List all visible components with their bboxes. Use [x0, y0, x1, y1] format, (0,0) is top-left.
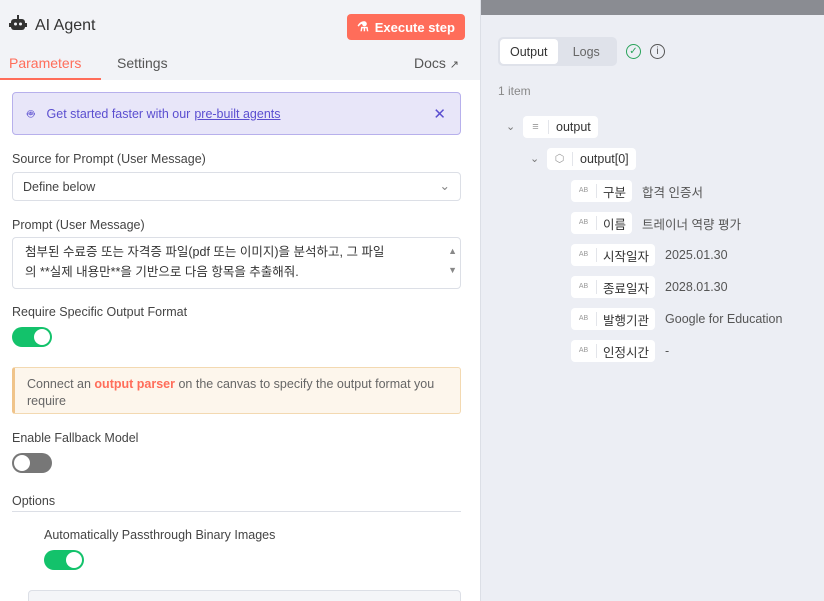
- field-key: AB 이름: [571, 212, 633, 234]
- field-key: AB 시작일자: [571, 244, 656, 266]
- field-key-text: 구분: [603, 185, 627, 200]
- tab-output[interactable]: Output: [500, 39, 558, 64]
- list-icon: ≡: [523, 120, 549, 134]
- output-logs-switch: Output Logs: [498, 37, 617, 66]
- text-type-icon: AB: [571, 312, 597, 326]
- tree-node-output: ≡ output: [523, 116, 598, 138]
- banner-text: Get started faster with our: [46, 106, 191, 121]
- panel-header: AI Agent ⚗ Execute step Parameters Settin…: [0, 0, 480, 80]
- prebuilt-agents-banner: 🤖︎ Get started faster with our pre-built…: [12, 92, 461, 135]
- execute-step-button[interactable]: ⚗ Execute step: [347, 14, 465, 40]
- robot-icon: [9, 15, 27, 36]
- execute-step-label: Execute step: [374, 19, 455, 35]
- prebuilt-agents-link[interactable]: pre-built agents: [194, 107, 280, 121]
- field-value: 트레이너 역량 평가: [642, 217, 741, 232]
- external-link-icon: ↗: [449, 59, 460, 71]
- node-title-text: AI Agent: [35, 16, 96, 34]
- require-output-label: Require Specific Output Format: [12, 305, 188, 319]
- text-type-icon: AB: [571, 280, 597, 294]
- robot-icon: 🤖︎: [27, 106, 35, 121]
- require-output-toggle[interactable]: [12, 327, 52, 347]
- field-key: AB 종료일자: [571, 276, 656, 298]
- output-field-row: AB 발행기관 Google for Education: [571, 308, 782, 330]
- passthrough-label: Automatically Passthrough Binary Images: [44, 528, 276, 542]
- fallback-toggle[interactable]: [12, 453, 52, 473]
- prompt-line: 첨부된 수료증 또는 자격증 파일(pdf 또는 이미지)을 분석하고, 그 파…: [25, 245, 385, 259]
- add-option-button[interactable]: [28, 590, 461, 601]
- field-key: AB 구분: [571, 180, 633, 202]
- field-value: -: [665, 344, 670, 358]
- passthrough-toggle[interactable]: [44, 550, 84, 570]
- field-key-text: 인정시간: [603, 345, 650, 360]
- field-key-text: 종료일자: [603, 281, 650, 296]
- prompt-label: Prompt (User Message): [12, 218, 145, 232]
- docs-link[interactable]: Docs ↗: [414, 55, 459, 71]
- field-key-text: 이름: [603, 217, 627, 232]
- scroll-down-icon[interactable]: ▼: [448, 260, 457, 280]
- text-type-icon: AB: [571, 184, 597, 198]
- options-label: Options: [12, 494, 56, 508]
- text-type-icon: AB: [571, 344, 597, 358]
- field-value: 2025.01.30: [665, 248, 728, 262]
- divider: [12, 511, 461, 512]
- chevron-down-icon[interactable]: ⌄: [530, 152, 539, 165]
- node-title: AI Agent: [9, 15, 96, 36]
- chevron-down-icon[interactable]: ⌄: [506, 120, 515, 133]
- flask-icon: ⚗: [357, 19, 369, 34]
- fallback-label: Enable Fallback Model: [12, 431, 139, 445]
- field-value: Google for Education: [665, 312, 783, 326]
- field-value: 2028.01.30: [665, 280, 728, 294]
- success-check-icon: ✓: [626, 44, 641, 59]
- tab-parameters[interactable]: Parameters: [0, 55, 101, 80]
- scroll-up-icon[interactable]: ▲: [448, 241, 457, 261]
- field-value: 합격 인증서: [642, 185, 703, 200]
- output-field-row: AB 시작일자 2025.01.30: [571, 244, 728, 266]
- item-count: 1 item: [498, 84, 531, 98]
- text-type-icon: AB: [571, 216, 597, 230]
- node-parameters-panel: AI Agent ⚗ Execute step Parameters Settin…: [0, 0, 481, 601]
- field-key: AB 인정시간: [571, 340, 656, 362]
- cube-icon: ⬡: [547, 152, 573, 166]
- tab-settings[interactable]: Settings: [117, 55, 168, 71]
- tree-node-output-0: ⬡ output[0]: [547, 148, 636, 170]
- canvas-top-bar: [481, 0, 824, 15]
- node-label: output[0]: [580, 152, 629, 166]
- source-select[interactable]: Define below ⌄: [12, 172, 461, 201]
- source-label: Source for Prompt (User Message): [12, 152, 206, 166]
- tab-logs[interactable]: Logs: [558, 39, 616, 64]
- notice-text: Connect an: [27, 377, 91, 391]
- output-field-row: AB 이름 트레이너 역량 평가: [571, 212, 741, 234]
- output-parser-link[interactable]: output parser: [94, 377, 175, 391]
- chevron-down-icon: ⌄: [439, 179, 450, 193]
- prompt-line: 의 **실제 내용만**을 기반으로 다음 항목을 추출해줘.: [25, 265, 299, 279]
- source-value: Define below: [23, 180, 96, 194]
- field-key: AB 발행기관: [571, 308, 656, 330]
- field-key-text: 시작일자: [603, 249, 650, 264]
- output-field-row: AB 종료일자 2028.01.30: [571, 276, 728, 298]
- prompt-textarea[interactable]: 첨부된 수료증 또는 자격증 파일(pdf 또는 이미지)을 분석하고, 그 파…: [12, 237, 461, 289]
- node-label: output: [556, 120, 591, 134]
- output-parser-notice: Connect an output parser on the canvas t…: [12, 367, 461, 414]
- output-field-row: AB 인정시간 -: [571, 340, 669, 362]
- docs-label: Docs: [414, 55, 446, 71]
- field-key-text: 발행기관: [603, 313, 650, 328]
- text-type-icon: AB: [571, 248, 597, 262]
- close-icon[interactable]: ✕: [433, 105, 446, 123]
- output-field-row: AB 구분 합격 인증서: [571, 180, 703, 202]
- info-icon[interactable]: i: [650, 44, 665, 59]
